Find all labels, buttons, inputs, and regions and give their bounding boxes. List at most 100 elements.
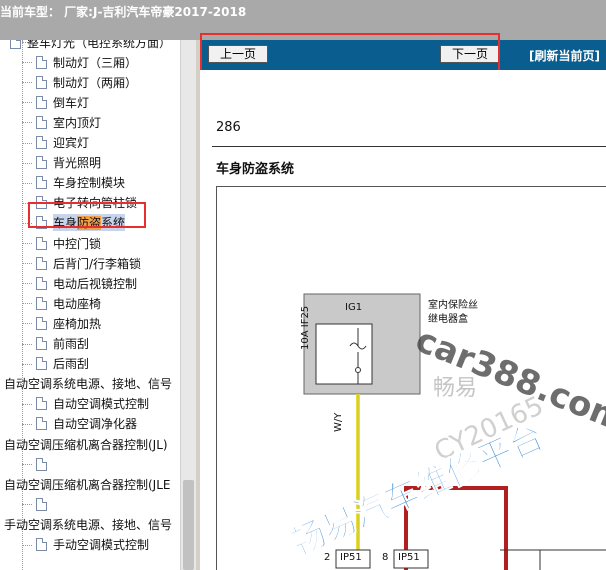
tree-item[interactable]: 自动空调系统电源、接地、信号 [4, 374, 172, 394]
document-icon [36, 357, 47, 371]
tree-item[interactable]: 倒车灯 [36, 92, 89, 112]
sidebar-scrollbar[interactable] [180, 40, 197, 570]
current-model-title: 当前车型： 厂家:J-吉利汽车帝豪2017-2018 [0, 5, 247, 19]
document-icon [10, 40, 21, 49]
tree-item-label: 中控门锁 [53, 236, 102, 251]
fuse-block [315, 323, 373, 385]
wiring-diagram [303, 293, 606, 570]
tree-item-label: 背光照明 [53, 156, 102, 171]
document-icon [36, 136, 47, 149]
tree-item[interactable]: 中控门锁 [36, 233, 101, 253]
document-icon [36, 276, 47, 290]
tree-item-label: 倒车灯 [53, 95, 90, 110]
tree-branch-line [22, 182, 32, 184]
tree-item[interactable]: 自动空调压缩机离合器控制(JLE [4, 474, 171, 494]
tree-item-label: 手动空调系统电源、接地、信号 [4, 517, 173, 532]
document-icon [36, 337, 47, 350]
tree-item-label: 座椅加热 [53, 316, 102, 331]
document-icon [36, 55, 47, 69]
tree-item-label: 手动空调模式控制 [53, 538, 150, 552]
tree-item[interactable] [36, 494, 53, 514]
tree-item-label: 迎宾灯 [53, 136, 90, 150]
connector-right [393, 549, 429, 569]
tree-branch-line [22, 343, 32, 345]
tree-branch-line [22, 263, 32, 265]
document-icon [36, 497, 47, 511]
tree-item-label: 自动空调净化器 [53, 417, 138, 432]
tree-branch-line [22, 423, 32, 425]
tree-item[interactable]: 座椅加热 [36, 313, 101, 333]
tree-item[interactable]: 自动空调净化器 [36, 414, 137, 434]
tree-item-selected[interactable]: 车身防盗系统 [36, 213, 126, 233]
tree-item[interactable]: 电动座椅 [36, 293, 101, 313]
document-icon [36, 176, 47, 190]
document-icon [36, 156, 47, 170]
tree-branch-line [22, 243, 32, 244]
sidebar-tree[interactable]: 整车灯光（电控系统方面） 制动灯（三厢） 制动灯（两厢） 倒车灯室内顶灯迎宾灯背光照明… [0, 40, 180, 570]
tree-item[interactable]: 迎宾灯 [36, 133, 89, 153]
tree-branch-line [22, 102, 32, 104]
tree-item[interactable]: 手动空调模式控制 [36, 535, 149, 555]
document-icon [36, 457, 47, 471]
tree-item[interactable]: 自动空调压缩机离合器控制(JL) [4, 434, 168, 454]
tree-branch-line [22, 464, 32, 466]
prev-page-button[interactable]: 上一页 [208, 45, 268, 63]
tree-item-label: 自动空调模式控制 [53, 397, 150, 412]
document-icon [36, 417, 47, 431]
tree-item[interactable]: 前雨刮 [36, 334, 89, 354]
tree-branch-line [22, 544, 32, 546]
tree-item-label: 制动灯（三厢） [53, 55, 138, 70]
tree-item[interactable]: 室内顶灯 [36, 112, 101, 132]
tree-item[interactable]: 整车灯光（电控系统方面） [10, 40, 171, 52]
document-icon [36, 236, 47, 250]
tree-branch-line [22, 323, 32, 325]
tree-item-label: 电动后视镜控制 [53, 276, 138, 291]
tree-item-label: 自动空调系统电源、接地、信号 [4, 377, 173, 392]
tree-branch-line [22, 303, 32, 305]
document-icon [36, 296, 47, 310]
next-page-button[interactable]: 下一页 [440, 45, 500, 63]
connector-left [335, 549, 371, 569]
document-icon [36, 95, 47, 109]
tree-item[interactable]: 手动空调系统电源、接地、信号 [4, 514, 172, 534]
document-viewer[interactable]: 286 车身防盗系统 IG1 室内保险丝 继电器盒 10A IF25 W/Y 2… [200, 70, 606, 570]
tree-item-label: 后背门/行李箱锁 [53, 256, 142, 271]
tree-branch-line [22, 363, 32, 365]
tree-branch-line [22, 504, 32, 506]
tree-item-label: 室内顶灯 [53, 115, 102, 130]
tree-item-label: 制动灯（两厢） [53, 75, 138, 90]
tree-item[interactable]: 车身控制模块 [36, 173, 125, 193]
tree-item[interactable]: 后背门/行李箱锁 [36, 253, 141, 273]
tree-item[interactable]: 制动灯（两厢） [36, 72, 137, 92]
tree-branch-line [22, 283, 32, 285]
document-icon [36, 115, 47, 129]
tree-item[interactable] [36, 454, 53, 474]
title-bar: 当前车型： 厂家:J-吉利汽车帝豪2017-2018 [0, 0, 606, 40]
tree-item[interactable]: 制动灯（三厢） [36, 52, 137, 72]
tree-branch-line [22, 122, 32, 124]
tree-item-label: 电子转向管柱锁 [53, 196, 138, 211]
scrollbar-thumb[interactable] [183, 480, 194, 570]
tree-branch-line [22, 162, 32, 164]
tree-item-label: 自动空调压缩机离合器控制(JL) [4, 437, 168, 452]
tree-item[interactable]: 后雨刮 [36, 354, 89, 374]
tree-branch-line [22, 222, 32, 224]
search-highlight: 防盗 [77, 216, 102, 231]
document-icon [36, 538, 47, 551]
refresh-page-link[interactable]: [刷新当前页] [529, 47, 600, 64]
tree-item-label: 前雨刮 [53, 337, 90, 351]
tree-item[interactable]: 电子转向管柱锁 [36, 193, 137, 213]
document-icon [36, 216, 47, 230]
tree-item[interactable]: 背光照明 [36, 153, 101, 173]
document-icon [36, 397, 47, 411]
tree-item[interactable]: 电动后视镜控制 [36, 273, 137, 293]
document-icon [36, 75, 47, 89]
tree-item[interactable]: 自动空调模式控制 [36, 394, 149, 414]
tree-branch-line [22, 403, 32, 405]
tree-branch-line [22, 62, 32, 64]
document-icon [36, 196, 47, 210]
tree-branch-line [22, 82, 32, 84]
tree-item-label: 电动座椅 [53, 296, 102, 311]
document-icon [36, 316, 47, 330]
document-icon [36, 256, 47, 270]
